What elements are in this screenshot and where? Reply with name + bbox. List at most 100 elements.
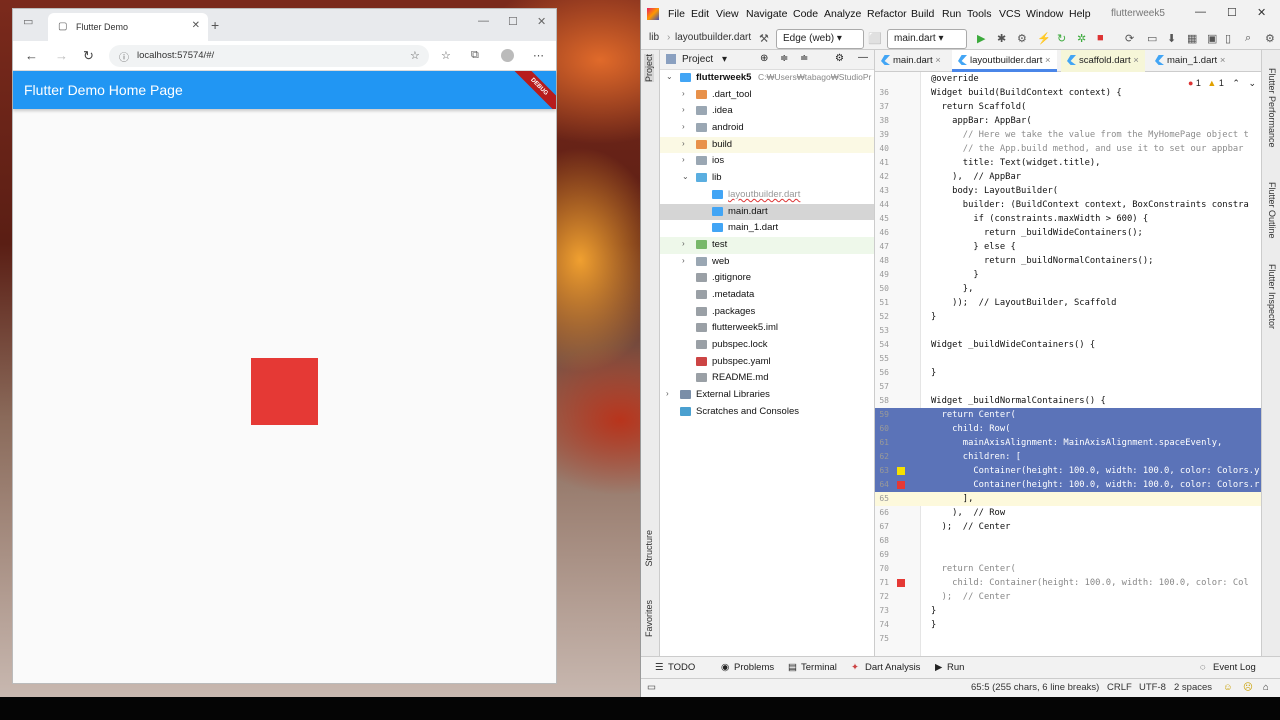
stop-icon[interactable]: ■ — [1097, 32, 1104, 44]
tree-item[interactable]: › build — [660, 136, 874, 154]
tab-main-1-dart[interactable]: main_1.dart × — [1149, 50, 1231, 72]
menu-refactor[interactable]: Refactor — [867, 8, 907, 20]
search-icon[interactable]: ⌕ — [1245, 32, 1251, 45]
expand-all-icon[interactable]: ≑ — [780, 53, 788, 64]
tree-item[interactable]: › android — [660, 120, 874, 137]
chevron-right-icon[interactable]: › — [666, 389, 669, 398]
new-tab-icon[interactable]: + — [211, 17, 219, 33]
gear-icon[interactable]: ⚙ — [835, 53, 844, 64]
close-tab-icon[interactable]: × — [1220, 55, 1226, 66]
device-selector[interactable]: Edge (web) ▾ — [776, 29, 864, 49]
inspection-widget[interactable]: ● 1 ▲ 1 ⌃ ⌄ — [1188, 78, 1256, 89]
hot-reload-icon[interactable]: ⚡ — [1037, 32, 1051, 45]
tool-favorites[interactable]: Favorites — [644, 600, 654, 637]
bug-icon[interactable]: ✲ — [1077, 32, 1086, 45]
color-swatch-icon[interactable] — [897, 467, 905, 475]
chevron-right-icon[interactable]: › — [682, 256, 685, 265]
collapse-all-icon[interactable]: ≐ — [800, 53, 808, 64]
close-tab-icon[interactable]: × — [1045, 55, 1051, 66]
tree-item[interactable]: pubspec.lock — [660, 337, 874, 354]
menu-file[interactable]: File — [668, 8, 685, 20]
indent-setting[interactable]: 2 spaces — [1174, 682, 1212, 693]
emulator-icon[interactable]: ▯ — [1225, 32, 1231, 45]
close-window-icon[interactable]: ✕ — [537, 15, 546, 28]
flutter-devices-icon[interactable]: ⬜ — [868, 32, 882, 45]
sdk-manager-icon[interactable]: ⬇ — [1167, 32, 1176, 45]
caret-position[interactable]: 65:5 (255 chars, 6 line breaks) — [971, 682, 1099, 693]
tool-project[interactable]: Project — [644, 54, 654, 83]
tree-item[interactable]: ⌄ lib — [660, 170, 874, 187]
menu-code[interactable]: Code — [793, 8, 818, 20]
hammer-icon[interactable]: ⚒ — [759, 32, 769, 45]
chevron-right-icon[interactable]: › — [682, 139, 685, 148]
tree-item[interactable]: › ios — [660, 153, 874, 170]
tree-item[interactable]: .packages — [660, 304, 874, 321]
run-config-selector[interactable]: main.dart ▾ — [887, 29, 967, 49]
reload-icon[interactable]: ↻ — [83, 48, 94, 64]
tab-actions-icon[interactable]: ▭ — [23, 15, 33, 28]
maximize-icon[interactable]: ☐ — [1227, 6, 1237, 19]
add-favorite-icon[interactable]: ☆ — [410, 49, 420, 62]
tree-item[interactable]: flutterweek5.iml — [660, 320, 874, 337]
minimize-icon[interactable]: — — [478, 15, 489, 27]
tool-structure[interactable]: Structure — [644, 530, 654, 567]
panel-toggle-icon[interactable]: ▭ — [647, 682, 656, 693]
lock-icon[interactable]: ⌂ — [1263, 682, 1269, 693]
chevron-right-icon[interactable]: › — [682, 89, 685, 98]
tool-flutter-inspector[interactable]: Flutter Inspector — [1267, 264, 1277, 329]
tool-flutter-outline[interactable]: Flutter Outline — [1267, 182, 1277, 239]
chevron-right-icon[interactable]: › — [682, 122, 685, 131]
chevron-down-icon[interactable]: ⌄ — [682, 172, 689, 181]
minimize-icon[interactable]: — — [1195, 6, 1206, 18]
tree-item[interactable]: README.md — [660, 370, 874, 387]
menu-edit[interactable]: Edit — [691, 8, 709, 20]
code-area[interactable]: @override 36 Widget build(BuildContext con… — [875, 72, 1262, 656]
settings-icon[interactable]: ⚙ — [1265, 32, 1275, 45]
menu-analyze[interactable]: Analyze — [824, 8, 861, 20]
back-icon[interactable]: ← — [25, 48, 38, 63]
forward-icon[interactable]: → — [55, 48, 68, 63]
url-field[interactable]: ⓘ localhost:57574/#/ — [109, 45, 429, 67]
tree-item[interactable]: › web — [660, 254, 874, 271]
layout-inspector-icon[interactable]: ▣ — [1207, 32, 1217, 45]
debug-icon[interactable]: ✱ — [997, 32, 1006, 45]
close-tab-icon[interactable]: ✕ — [192, 20, 200, 31]
chevron-right-icon[interactable]: › — [682, 105, 685, 114]
close-tab-icon[interactable]: × — [1133, 55, 1139, 66]
hot-restart-icon[interactable]: ↻ — [1057, 32, 1066, 45]
previous-highlight-icon[interactable]: ⌃ — [1232, 78, 1240, 88]
profile-avatar[interactable] — [501, 49, 514, 62]
menu-help[interactable]: Help — [1069, 8, 1091, 20]
feedback-icon[interactable]: ☹ — [1243, 682, 1253, 693]
project-view-label[interactable]: Project — [682, 54, 713, 65]
tree-item[interactable]: pubspec.yaml — [660, 354, 874, 371]
breadcrumb-file[interactable]: layoutbuilder.dart — [675, 32, 751, 43]
tree-root[interactable]: ⌄ flutterweek5 C:₩Users₩tabago₩StudioPr — [660, 70, 874, 87]
structure-icon[interactable]: ▦ — [1187, 32, 1197, 45]
info-icon[interactable]: ⓘ — [119, 49, 129, 64]
line-separator[interactable]: CRLF — [1107, 682, 1132, 693]
more-icon[interactable]: ⋯ — [533, 49, 544, 62]
menu-tools[interactable]: Tools — [967, 8, 992, 20]
locate-icon[interactable]: ⊕ — [760, 53, 768, 64]
tool-dart-analysis[interactable]: Dart Analysis — [865, 662, 920, 673]
hide-icon[interactable]: — — [858, 52, 868, 63]
tool-problems[interactable]: Problems — [734, 662, 774, 673]
menu-window[interactable]: Window — [1026, 8, 1063, 20]
tree-item[interactable]: Scratches and Consoles — [660, 404, 874, 421]
tree-item[interactable]: .gitignore — [660, 270, 874, 287]
color-swatch-icon[interactable] — [897, 579, 905, 587]
collections-icon[interactable]: ⧉ — [471, 49, 479, 62]
tool-event-log[interactable]: Event Log — [1213, 662, 1256, 673]
tree-item[interactable]: .metadata — [660, 287, 874, 304]
menu-vcs[interactable]: VCS — [999, 8, 1021, 20]
file-encoding[interactable]: UTF-8 — [1139, 682, 1166, 693]
breadcrumb-lib[interactable]: lib — [649, 32, 659, 43]
run-icon[interactable]: ▶ — [977, 32, 985, 45]
close-tab-icon[interactable]: × — [935, 55, 941, 66]
tab-layoutbuilder-dart[interactable]: layoutbuilder.dart × — [952, 50, 1057, 72]
menu-navigate[interactable]: Navigate — [746, 8, 787, 20]
tab-scaffold-dart[interactable]: scaffold.dart × — [1061, 50, 1145, 72]
tree-item[interactable]: › .idea — [660, 103, 874, 120]
chevron-right-icon[interactable]: › — [682, 239, 685, 248]
